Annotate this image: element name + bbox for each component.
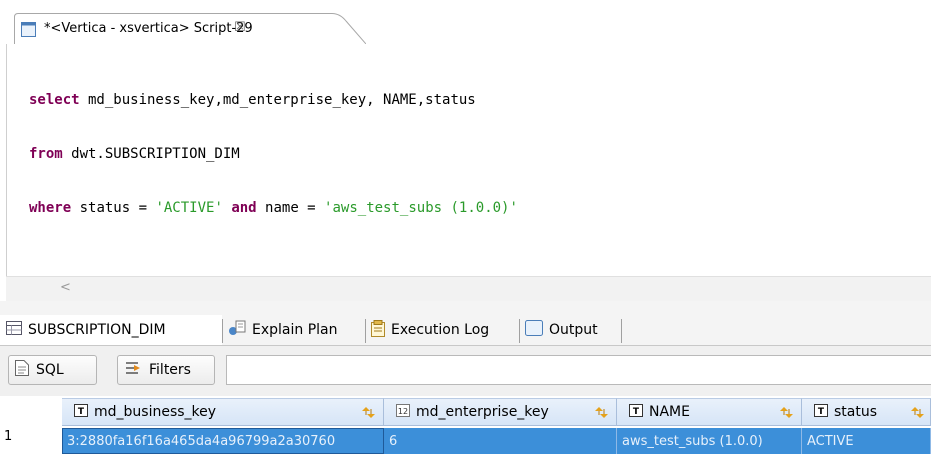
row-number: 1 xyxy=(4,429,13,444)
horizontal-scrollbar[interactable]: < xyxy=(6,276,931,303)
svg-text:T: T xyxy=(78,407,85,417)
filters-button[interactable]: Filters xyxy=(117,355,215,385)
column-header-name[interactable]: T NAME xyxy=(617,398,802,426)
column-header-label: status xyxy=(834,404,878,420)
tab-explain-plan[interactable]: Explain Plan xyxy=(228,315,337,345)
keyword-select: select xyxy=(29,92,80,108)
editor-tab-bar: *<Vertica - xsvertica> Script-29 ☒ xyxy=(0,0,931,44)
column-header-md-business-key[interactable]: T md_business_key xyxy=(62,398,384,426)
svg-text:T: T xyxy=(818,407,825,417)
table-cell-status[interactable]: ACTIVE xyxy=(802,428,931,454)
number-type-icon: 12 xyxy=(396,403,410,421)
sql-button[interactable]: SQL xyxy=(8,355,97,385)
text-type-icon: T xyxy=(74,403,88,421)
tab-label: Explain Plan xyxy=(252,322,338,338)
execution-log-icon xyxy=(371,319,385,341)
sql-script-icon xyxy=(21,22,36,37)
string-literal: 'aws_test_subs (1.0.0)' xyxy=(324,200,518,216)
editor-tab-title: *<Vertica - xsvertica> Script-29 xyxy=(44,21,253,36)
svg-text:12: 12 xyxy=(398,407,408,416)
tab-execution-log[interactable]: Execution Log xyxy=(371,315,489,345)
tab-divider xyxy=(519,319,520,343)
column-header-label: md_enterprise_key xyxy=(416,404,549,420)
column-header-label: NAME xyxy=(649,404,690,420)
keyword-and: and xyxy=(222,200,257,216)
tab-label: Output xyxy=(549,322,598,338)
tab-subscription-dim[interactable]: SUBSCRIPTION_DIM xyxy=(0,315,222,345)
string-literal: 'ACTIVE' xyxy=(155,200,223,216)
svg-text:T: T xyxy=(633,407,640,417)
tab-divider xyxy=(222,319,223,343)
explain-plan-icon xyxy=(228,320,246,340)
column-header-md-enterprise-key[interactable]: 12 md_enterprise_key xyxy=(384,398,617,426)
text-type-icon: T xyxy=(629,403,643,421)
tab-divider xyxy=(621,319,622,343)
results-grid: T md_business_key 12 md_enterprise_key T… xyxy=(0,396,931,458)
table-cell-md-business-key[interactable]: 3:2880fa16f16a465da4a96799a2a30760 xyxy=(62,428,384,454)
code-text: md_business_key,md_enterprise_key, NAME,… xyxy=(79,92,476,108)
tab-divider xyxy=(365,319,366,343)
scroll-left-arrow-icon[interactable]: < xyxy=(60,280,71,295)
table-icon xyxy=(6,321,22,339)
keyword-where: where xyxy=(29,200,72,216)
code-line-3: where status = 'ACTIVE' and name = 'aws_… xyxy=(29,199,518,217)
results-tab-bar: SUBSCRIPTION_DIM Explain Plan Execution … xyxy=(0,301,931,346)
tab-label: SUBSCRIPTION_DIM xyxy=(28,322,166,338)
table-cell-name[interactable]: aws_test_subs (1.0.0) xyxy=(617,428,802,454)
editor-tab[interactable]: *<Vertica - xsvertica> Script-29 ☒ xyxy=(14,13,366,44)
close-icon[interactable]: ☒ xyxy=(234,20,246,35)
code-text: name = xyxy=(256,200,325,216)
sort-icon[interactable] xyxy=(361,405,377,423)
sort-icon[interactable] xyxy=(910,405,926,423)
code-text: dwt.SUBSCRIPTION_DIM xyxy=(62,146,240,162)
tab-output[interactable]: Output xyxy=(525,315,598,345)
code-line-2: from dwt.SUBSCRIPTION_DIM xyxy=(29,145,518,163)
keyword-from: from xyxy=(29,146,63,162)
code-text: status = xyxy=(71,200,156,216)
filter-input[interactable] xyxy=(226,355,931,385)
column-header-label: md_business_key xyxy=(94,404,217,420)
results-toolbar: SQL Filters xyxy=(0,346,931,396)
sort-icon[interactable] xyxy=(779,405,795,423)
table-cell-md-enterprise-key[interactable]: 6 xyxy=(384,428,617,454)
sort-icon[interactable] xyxy=(594,405,610,423)
column-header-status[interactable]: T status xyxy=(802,398,931,426)
sql-button-label: SQL xyxy=(36,362,64,378)
filter-icon xyxy=(124,360,142,380)
output-icon xyxy=(525,320,543,340)
sql-document-icon xyxy=(15,360,29,380)
sql-editor[interactable]: select md_business_key,md_enterprise_key… xyxy=(6,44,931,276)
code-line-1: select md_business_key,md_enterprise_key… xyxy=(29,91,518,109)
sql-code[interactable]: select md_business_key,md_enterprise_key… xyxy=(29,55,518,253)
tab-label: Execution Log xyxy=(391,322,490,338)
filters-button-label: Filters xyxy=(149,362,191,378)
text-type-icon: T xyxy=(814,403,828,421)
